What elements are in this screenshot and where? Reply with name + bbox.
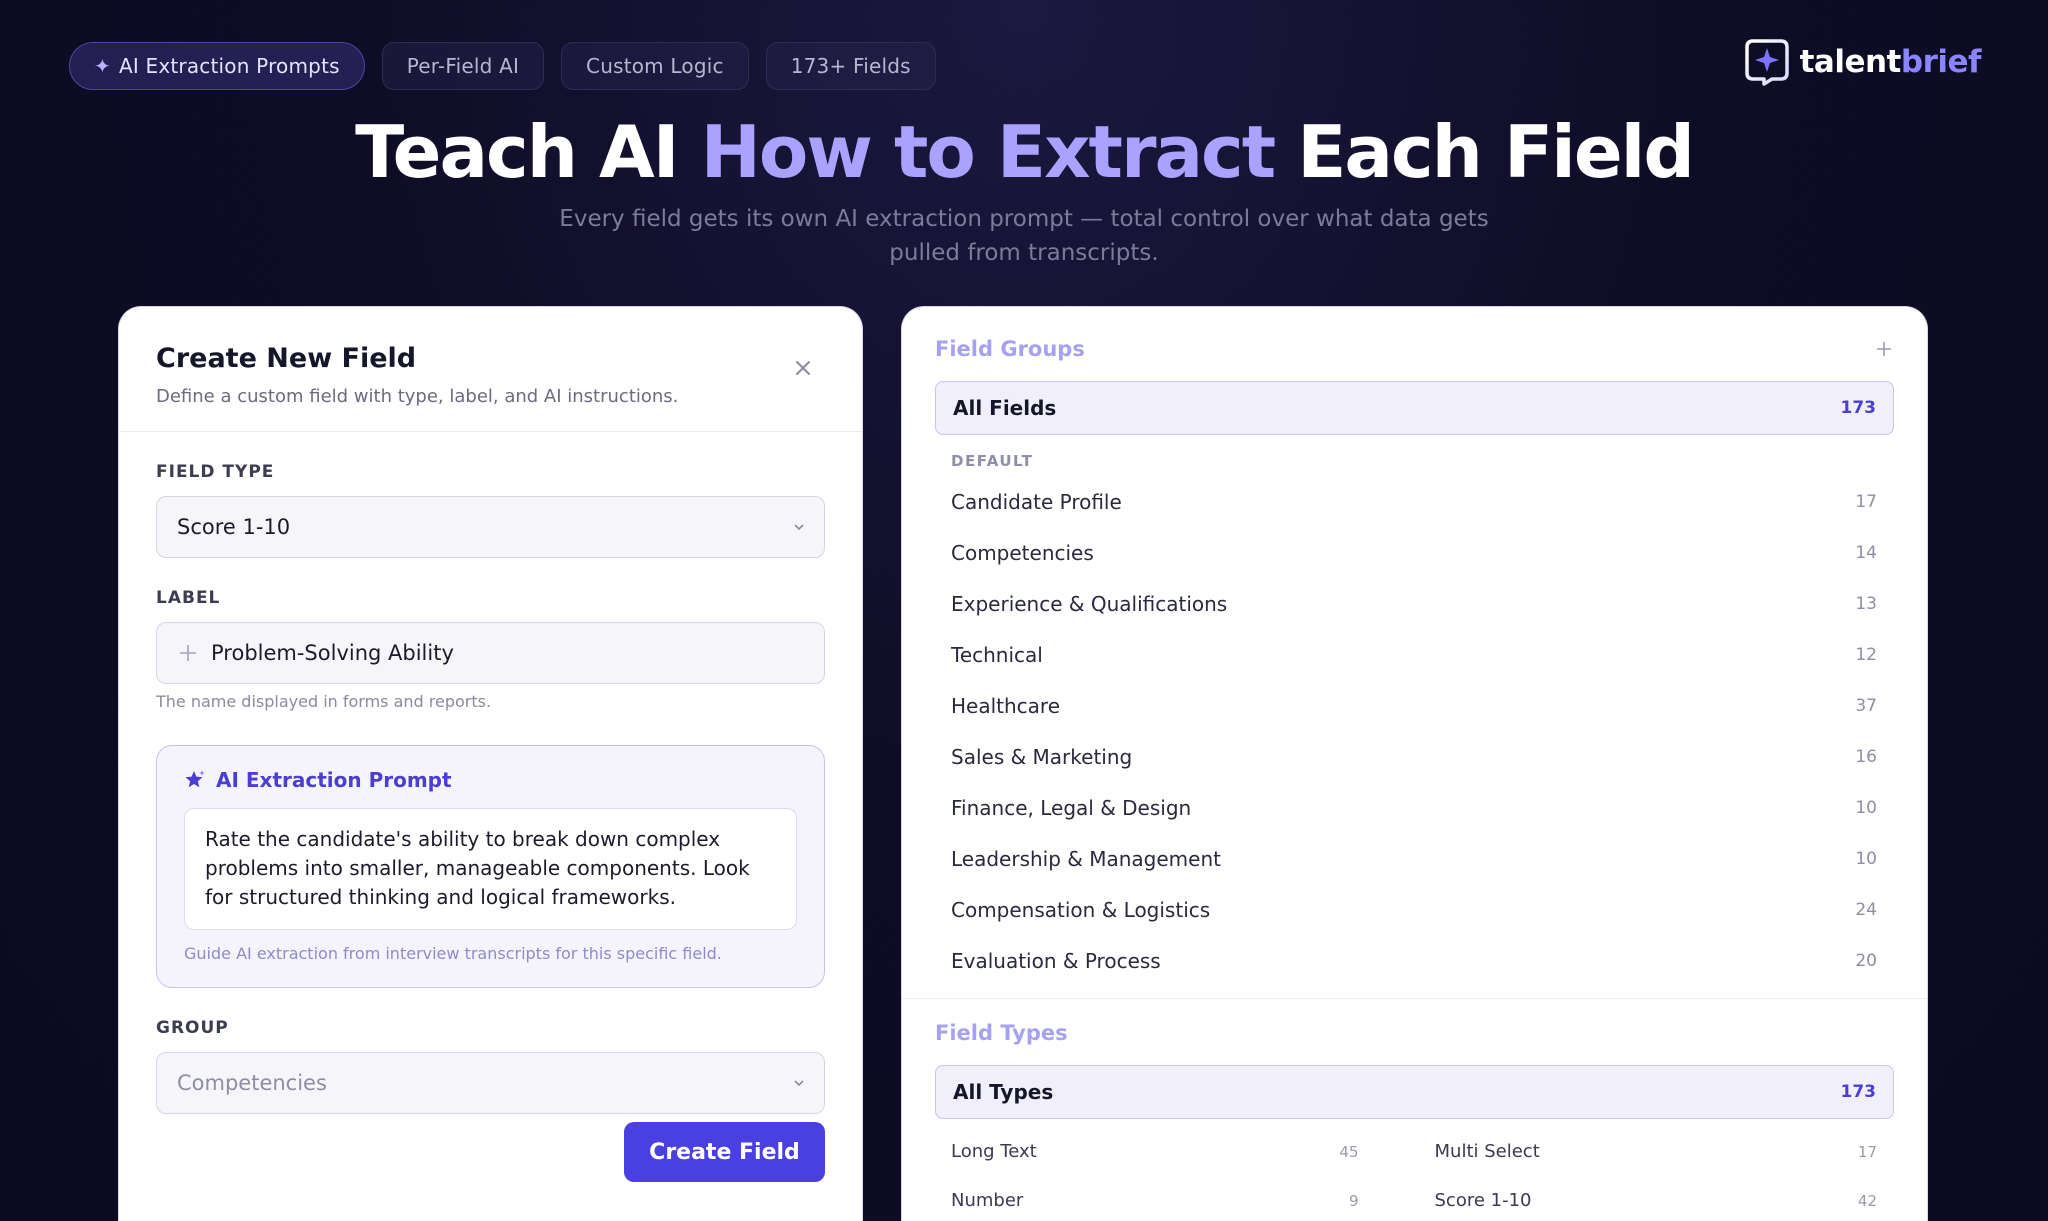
type-long-text[interactable]: Long Text 45 xyxy=(902,1127,1415,1176)
group-healthcare[interactable]: Healthcare 37 xyxy=(902,680,1927,731)
chevron-down-icon xyxy=(794,1080,804,1086)
group-finance-legal-design[interactable]: Finance, Legal & Design 10 xyxy=(902,782,1927,833)
star-sparkle-icon xyxy=(185,770,205,788)
sparkle-icon: ✦ xyxy=(94,54,111,78)
field-type-list: Long Text 45 Multi Select 17 Number 9 Score… xyxy=(902,1127,1927,1221)
group-competencies[interactable]: Competencies 14 xyxy=(902,527,1927,578)
field-group-list: Candidate Profile 17 Competencies 14 Exper… xyxy=(902,476,1927,986)
prompt-title: AI Extraction Prompt xyxy=(216,768,452,792)
group-compensation-logistics[interactable]: Compensation & Logistics 24 xyxy=(902,884,1927,935)
chevron-down-icon xyxy=(794,524,804,530)
label-label: LABEL xyxy=(156,588,221,608)
group-value: Competencies xyxy=(177,1071,327,1095)
dialog-subtitle: Define a custom field with type, label, … xyxy=(156,386,679,407)
all-types-label: All Types xyxy=(953,1080,1054,1104)
hero-subtitle: Every field gets its own AI extraction p… xyxy=(559,206,1489,266)
label-input[interactable]: Problem-Solving Ability xyxy=(156,622,825,684)
all-types-row[interactable]: All Types 173 xyxy=(935,1065,1894,1119)
default-section-label: DEFAULT xyxy=(951,452,1034,470)
pill-label: Per-Field AI xyxy=(406,54,520,78)
all-fields-row[interactable]: All Fields 173 xyxy=(935,381,1894,435)
pill-custom-logic[interactable]: Custom Logic xyxy=(561,42,749,90)
pill-label: AI Extraction Prompts xyxy=(118,54,340,78)
type-score-1-10[interactable]: Score 1-10 42 xyxy=(1415,1176,1928,1221)
dialog-title: Create New Field xyxy=(156,343,417,374)
create-field-dialog: Create New Field Define a custom field w… xyxy=(119,307,862,1221)
label-value: Problem-Solving Ability xyxy=(211,641,454,665)
all-types-count: 173 xyxy=(1840,1082,1877,1102)
group-evaluation-process[interactable]: Evaluation & Process 20 xyxy=(902,935,1927,986)
close-icon[interactable] xyxy=(792,357,814,379)
field-groups-title: Field Groups xyxy=(935,337,1085,361)
group-experience-qualifications[interactable]: Experience & Qualifications 13 xyxy=(902,578,1927,629)
group-label: GROUP xyxy=(156,1018,229,1038)
field-type-label: FIELD TYPE xyxy=(156,462,275,482)
type-multi-select[interactable]: Multi Select 17 xyxy=(1415,1127,1928,1176)
all-fields-label: All Fields xyxy=(953,396,1057,420)
dialog-header: Create New Field Define a custom field w… xyxy=(119,307,862,432)
field-type-select[interactable]: Score 1-10 xyxy=(156,496,825,558)
brand-mark-icon xyxy=(1744,39,1789,86)
label-hint: The name displayed in forms and reports. xyxy=(156,692,492,711)
pill-per-field-ai[interactable]: Per-Field AI xyxy=(381,42,545,90)
group-technical[interactable]: Technical 12 xyxy=(902,629,1927,680)
pill-fields-count[interactable]: 173+ Fields xyxy=(765,42,936,90)
create-field-button[interactable]: Create Field xyxy=(624,1122,825,1182)
field-types-title: Field Types xyxy=(935,1021,1068,1045)
all-fields-count: 173 xyxy=(1840,398,1877,418)
group-candidate-profile[interactable]: Candidate Profile 17 xyxy=(902,476,1927,527)
type-number[interactable]: Number 9 xyxy=(902,1176,1415,1221)
group-leadership-management[interactable]: Leadership & Management 10 xyxy=(902,833,1927,884)
ai-extraction-prompt-box: AI Extraction Prompt Rate the candidate'… xyxy=(156,745,825,988)
field-type-value: Score 1-10 xyxy=(177,515,291,539)
group-select[interactable]: Competencies xyxy=(156,1052,825,1114)
prompt-hint: Guide AI extraction from interview trans… xyxy=(184,944,722,963)
hero-title: Teach AI How to Extract Each Field xyxy=(355,110,1695,194)
field-browser-panel: Field Groups All Fields 173 DEFAULT Cand… xyxy=(902,307,1927,1221)
add-group-icon[interactable] xyxy=(1875,340,1893,358)
group-sales-marketing[interactable]: Sales & Marketing 16 xyxy=(902,731,1927,782)
brand-name: talentbrief xyxy=(1799,44,1982,80)
brand-logo[interactable]: talentbrief xyxy=(1744,38,1982,86)
pill-ai-extraction-prompts[interactable]: ✦ AI Extraction Prompts xyxy=(69,42,365,90)
feature-pills: ✦ AI Extraction Prompts Per-Field AI Cus… xyxy=(69,42,936,90)
plus-icon xyxy=(180,645,196,661)
prompt-textarea[interactable]: Rate the candidate's ability to break do… xyxy=(184,808,797,930)
pill-label: 173+ Fields xyxy=(790,54,911,78)
pill-label: Custom Logic xyxy=(586,54,724,78)
